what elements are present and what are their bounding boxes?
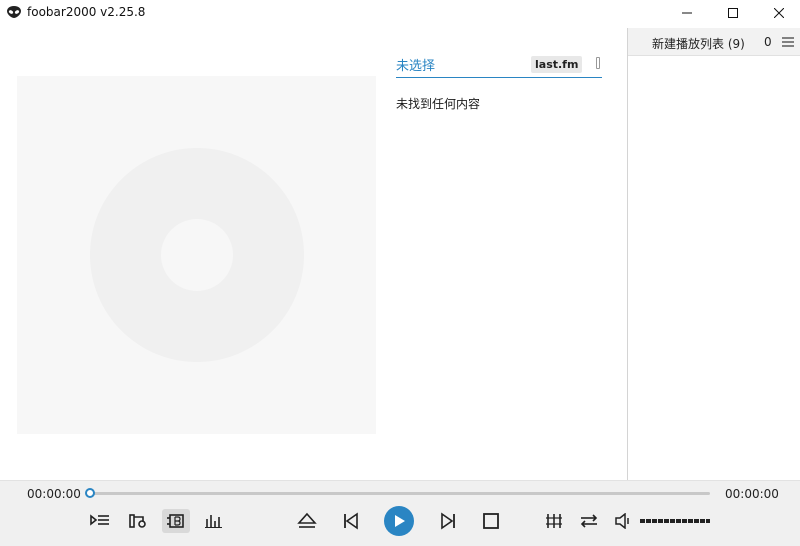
volume-slider[interactable] — [640, 519, 710, 523]
repeat-button[interactable] — [575, 509, 603, 533]
playlist-header[interactable]: 新建播放列表 (9) 0 — [628, 28, 800, 56]
album-art[interactable] — [17, 76, 376, 434]
visualization-button[interactable] — [200, 509, 228, 533]
elapsed-time: 00:00:00 — [27, 487, 81, 501]
transport-bar: 00:00:00 00:00:00 — [0, 480, 800, 546]
foobar-window: foobar2000 v2.25.8 未选择 last.fm 未找到任何内容 新… — [0, 0, 800, 546]
stop-icon — [483, 513, 499, 529]
window-title: foobar2000 v2.25.8 — [27, 5, 146, 19]
next-track-icon — [441, 512, 455, 530]
order-arrows-icon — [546, 514, 562, 528]
seek-bar[interactable] — [90, 492, 710, 495]
playlist-tab[interactable]: 新建播放列表 (9) — [652, 35, 745, 52]
playlist-item-count: 0 — [764, 35, 772, 49]
tab-underline — [396, 77, 602, 78]
repeat-icon — [580, 514, 598, 528]
panel-options-icon[interactable] — [596, 57, 600, 69]
menu-icon[interactable] — [782, 37, 794, 47]
minimize-icon — [682, 12, 692, 14]
lastfm-button[interactable]: last.fm — [531, 56, 583, 73]
minimize-button[interactable] — [664, 0, 710, 26]
maximize-icon — [728, 8, 738, 18]
volume-icon — [615, 513, 629, 529]
disc-placeholder-icon — [90, 148, 304, 362]
previous-button[interactable] — [337, 509, 365, 533]
open-button[interactable] — [293, 509, 321, 533]
close-icon — [774, 8, 784, 18]
playlist-view[interactable] — [628, 56, 800, 480]
bitrate-button[interactable] — [162, 509, 190, 533]
total-time: 00:00:00 — [725, 487, 779, 501]
play-button[interactable] — [384, 506, 414, 536]
stop-button[interactable] — [477, 509, 505, 533]
title-bar[interactable]: foobar2000 v2.25.8 — [0, 0, 800, 26]
library-search-icon — [129, 514, 146, 528]
maximize-button[interactable] — [710, 0, 756, 26]
library-button[interactable] — [124, 509, 152, 533]
seek-handle[interactable] — [85, 488, 95, 498]
empty-message: 未找到任何内容 — [396, 97, 481, 111]
playback-order-button[interactable] — [540, 509, 568, 533]
alien-logo-icon — [7, 6, 21, 18]
bitrate-icon — [167, 514, 184, 528]
mute-button[interactable] — [610, 509, 638, 533]
close-button[interactable] — [756, 0, 800, 26]
eject-icon — [297, 512, 317, 528]
queue-button[interactable] — [86, 509, 114, 533]
previous-track-icon — [344, 512, 358, 530]
queue-list-icon — [90, 514, 109, 526]
info-tab-none-selected[interactable]: 未选择 — [396, 55, 435, 74]
spectrum-icon — [205, 515, 222, 528]
next-button[interactable] — [434, 509, 462, 533]
play-icon — [395, 515, 405, 527]
